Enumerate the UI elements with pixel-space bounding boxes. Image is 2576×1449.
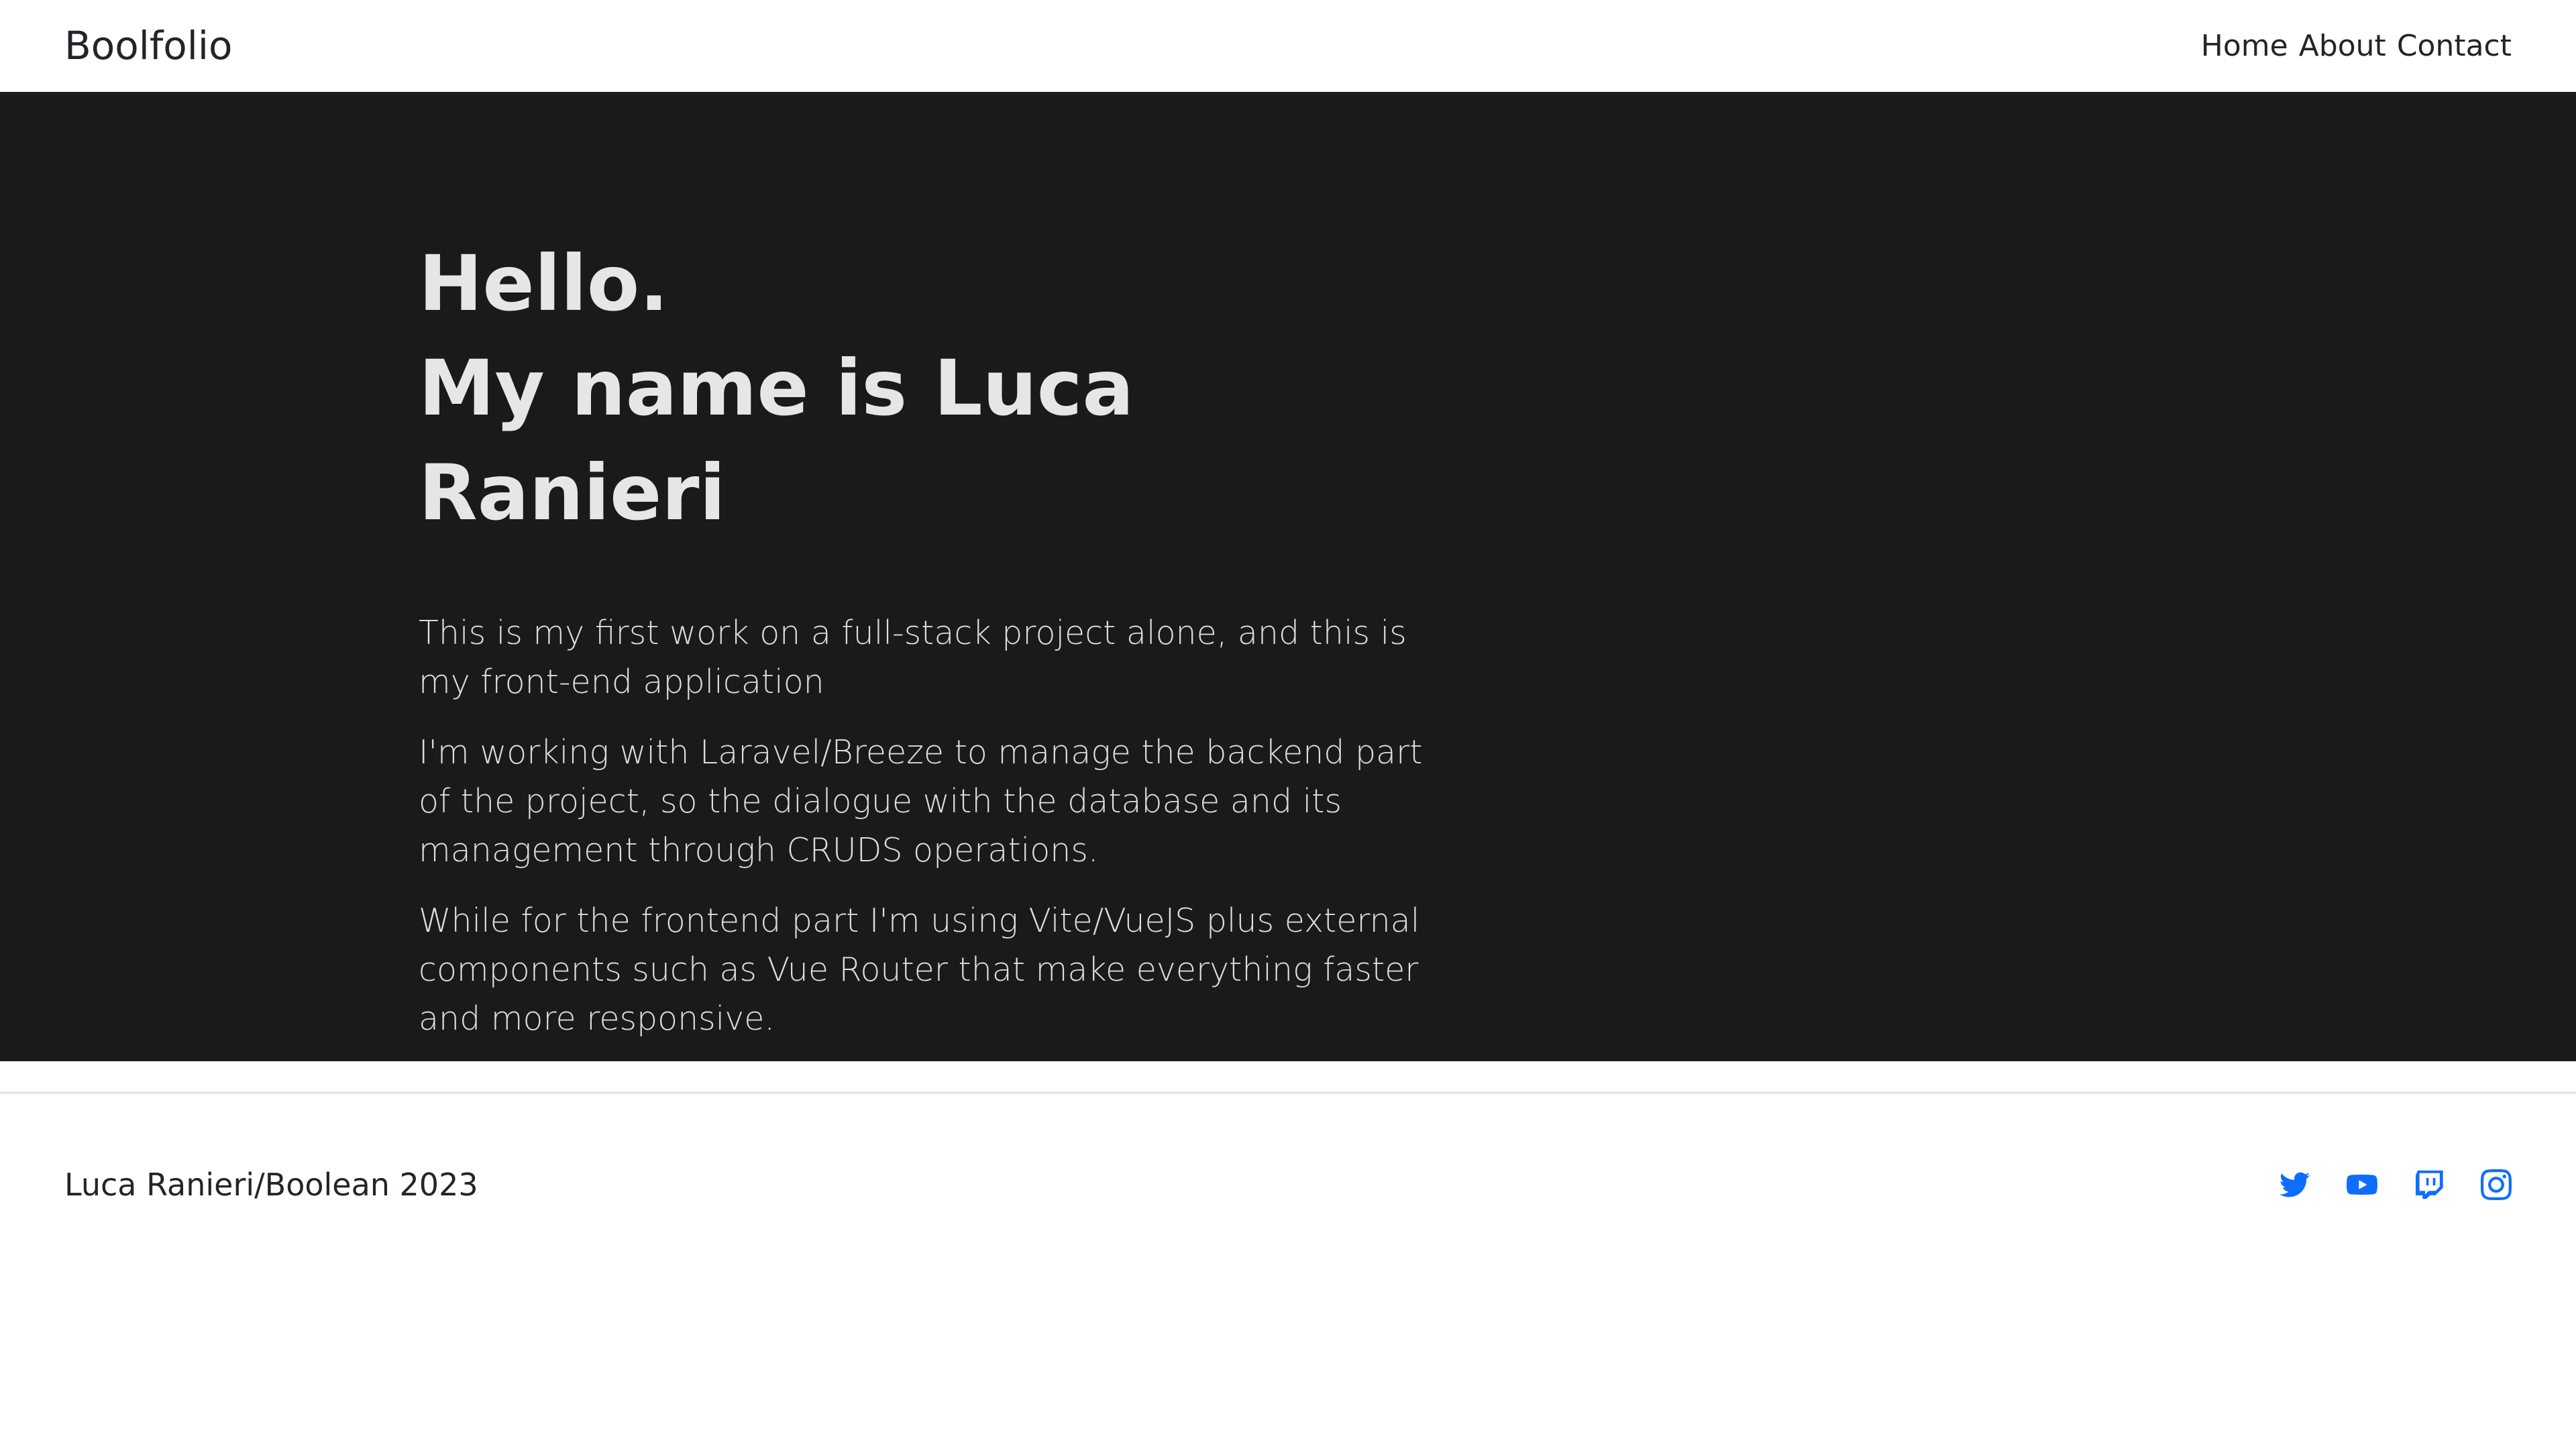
nav-link-home[interactable]: Home	[2201, 29, 2288, 63]
hero-paragraph: While for the frontend part I'm using Vi…	[419, 902, 1420, 1038]
nav-links: Home About Contact	[2201, 0, 2512, 92]
footer: Luca Ranieri/Boolean 2023	[0, 1094, 2576, 1275]
footer-credit: Luca Ranieri/Boolean 2023	[64, 1167, 478, 1203]
navbar: Boolfolio Home About Contact	[0, 0, 2576, 92]
twitter-icon[interactable]	[2279, 1169, 2310, 1200]
hero-title: Hello. My name is Luca Ranieri	[419, 231, 1425, 545]
hero-content: Hello. My name is Luca Ranieri This is m…	[419, 231, 1425, 1065]
hero-paragraph: I'm working with Laravel/Breeze to manag…	[419, 733, 1423, 869]
hero-paragraph: This is my first work on a full-stack pr…	[419, 614, 1407, 701]
hero-description: This is my first work on a full-stack pr…	[419, 608, 1425, 1043]
nav-link-about[interactable]: About	[2299, 29, 2386, 63]
twitch-icon[interactable]	[2414, 1169, 2445, 1200]
instagram-icon[interactable]	[2481, 1169, 2512, 1200]
social-links	[2279, 1169, 2512, 1200]
hero-section: Hello. My name is Luca Ranieri This is m…	[0, 92, 2576, 1061]
nav-link-contact[interactable]: Contact	[2397, 29, 2512, 63]
hero-title-name: My name is Luca Ranieri	[419, 343, 1134, 537]
hero-title-greeting: Hello.	[419, 239, 669, 328]
brand-logo[interactable]: Boolfolio	[64, 0, 233, 92]
youtube-icon[interactable]	[2347, 1169, 2377, 1200]
